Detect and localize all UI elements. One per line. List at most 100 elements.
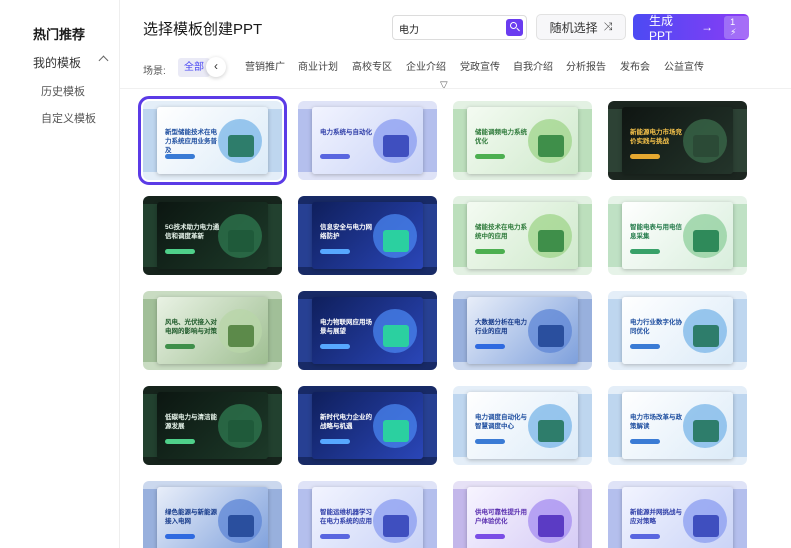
card-title: 供电可靠性提升用户体验优化 <box>475 509 527 525</box>
card-accent-bar <box>475 344 505 349</box>
card-illustration-detail <box>693 420 719 442</box>
sidebar: 热门推荐 我的模板 历史模板 自定义模板 <box>0 0 120 548</box>
template-card[interactable]: 低碳电力与清洁能源发展 <box>143 386 282 465</box>
card-accent-bar <box>630 344 660 349</box>
card-accent-bar <box>320 439 350 444</box>
search-input[interactable] <box>399 20 499 36</box>
card-thumbnail: 绿色能源与新能源接入电网 <box>157 487 268 548</box>
search-box <box>392 15 527 40</box>
card-illustration-detail <box>383 420 409 442</box>
scene-label: 场景: <box>143 66 166 77</box>
chevron-up-icon[interactable] <box>98 55 109 66</box>
card-thumbnail: 电力市场改革与政策解读 <box>622 392 733 459</box>
card-accent-bar <box>630 249 660 254</box>
sidebar-item-hot[interactable]: 热门推荐 <box>33 24 85 43</box>
card-thumbnail: 供电可靠性提升用户体验优化 <box>467 487 578 548</box>
template-card[interactable]: 新能源电力市场竞价实践与挑战 <box>608 101 747 180</box>
card-title: 新能源电力市场竞价实践与挑战 <box>630 129 682 145</box>
sidebar-item-history[interactable]: 历史模板 <box>41 83 85 99</box>
tag-public-welfare[interactable]: 公益宣传 <box>664 58 704 77</box>
template-card[interactable]: 电力物联网应用场景与展望 <box>298 291 437 370</box>
card-thumbnail: 新型储能技术在电力系统应用业务普及 <box>157 107 268 174</box>
card-accent-bar <box>475 439 505 444</box>
card-title: 风电、光伏接入对电网的影响与对策 <box>165 319 217 335</box>
sidebar-item-my-templates[interactable]: 我的模板 <box>33 54 113 70</box>
template-card[interactable]: 新能源并网挑战与应对策略 <box>608 481 747 548</box>
card-accent-bar <box>320 154 350 159</box>
tag-party-gov[interactable]: 党政宣传 <box>460 58 500 77</box>
template-card[interactable]: 电力市场改革与政策解读 <box>608 386 747 465</box>
card-thumbnail: 新时代电力企业的战略与机遇 <box>312 392 423 459</box>
card-thumbnail: 智能运维机器学习在电力系统的应用 <box>312 487 423 548</box>
card-accent-bar <box>320 534 350 539</box>
template-card[interactable]: 储能调频电力系统优化 <box>453 101 592 180</box>
search-button[interactable] <box>506 19 523 36</box>
template-card[interactable]: 供电可靠性提升用户体验优化 <box>453 481 592 548</box>
scroll-left-button[interactable]: ‹ <box>206 57 226 77</box>
card-illustration-detail <box>228 420 254 442</box>
tag-self-intro[interactable]: 自我介绍 <box>513 58 553 77</box>
card-thumbnail: 低碳电力与清洁能源发展 <box>157 392 268 459</box>
card-thumbnail: 新能源并网挑战与应对策略 <box>622 487 733 548</box>
shuffle-icon: ⤨ <box>603 20 613 33</box>
card-thumbnail: 电力物联网应用场景与展望 <box>312 297 423 364</box>
tag-marketing[interactable]: 营销推广 <box>245 58 285 77</box>
card-accent-bar <box>475 249 505 254</box>
template-card[interactable]: 绿色能源与新能源接入电网 <box>143 481 282 548</box>
card-title: 新能源并网挑战与应对策略 <box>630 509 682 525</box>
sidebar-item-custom[interactable]: 自定义模板 <box>41 110 96 126</box>
card-accent-bar <box>165 154 195 159</box>
generate-ppt-button[interactable]: 生成 PPT → 1 ⚡ <box>633 13 749 43</box>
template-card[interactable]: 5G技术助力电力通信和调度革新 <box>143 196 282 275</box>
card-title: 储能技术在电力系统中的应用 <box>475 224 527 240</box>
card-title: 5G技术助力电力通信和调度革新 <box>165 224 220 240</box>
template-card[interactable]: 电力系统与自动化 <box>298 101 437 180</box>
tag-university[interactable]: 高校专区 <box>352 58 392 77</box>
card-illustration-detail <box>383 135 409 157</box>
template-card[interactable]: 电力行业数字化协同优化 <box>608 291 747 370</box>
random-select-button[interactable]: 随机选择 ⤨ <box>536 14 626 40</box>
chevron-down-icon[interactable]: ▽ <box>440 80 448 91</box>
template-card[interactable]: 新型储能技术在电力系统应用业务普及 <box>138 96 287 185</box>
card-accent-bar <box>165 344 195 349</box>
tag-launch-event[interactable]: 发布会 <box>620 58 650 77</box>
card-accent-bar <box>320 249 350 254</box>
card-title: 新型储能技术在电力系统应用业务普及 <box>165 129 217 154</box>
tag-analysis-report[interactable]: 分析报告 <box>566 58 606 77</box>
template-card[interactable]: 大数据分析在电力行业的应用 <box>453 291 592 370</box>
generate-ppt-label: 生成 PPT <box>649 13 674 43</box>
template-card[interactable]: 智能运维机器学习在电力系统的应用 <box>298 481 437 548</box>
sidebar-item-label: 我的模板 <box>33 56 82 70</box>
card-thumbnail: 5G技术助力电力通信和调度革新 <box>157 202 268 269</box>
card-illustration-detail <box>538 420 564 442</box>
tag-business-plan[interactable]: 商业计划 <box>298 58 338 77</box>
card-illustration-detail <box>693 135 719 157</box>
card-title: 低碳电力与清洁能源发展 <box>165 414 217 430</box>
card-accent-bar <box>475 534 505 539</box>
card-accent-bar <box>165 534 195 539</box>
card-accent-bar <box>630 154 660 159</box>
card-title: 电力物联网应用场景与展望 <box>320 319 372 335</box>
card-title: 绿色能源与新能源接入电网 <box>165 509 217 525</box>
credit-badge: 1 ⚡ <box>724 15 749 39</box>
template-card[interactable]: 新时代电力企业的战略与机遇 <box>298 386 437 465</box>
card-accent-bar <box>165 249 195 254</box>
card-illustration-detail <box>693 230 719 252</box>
card-thumbnail: 储能调频电力系统优化 <box>467 107 578 174</box>
card-illustration-detail <box>538 135 564 157</box>
template-card[interactable]: 电力调度自动化与智慧调度中心 <box>453 386 592 465</box>
template-card[interactable]: 智能电表与用电信息采集 <box>608 196 747 275</box>
template-card[interactable]: 信息安全与电力网络防护 <box>298 196 437 275</box>
card-thumbnail: 大数据分析在电力行业的应用 <box>467 297 578 364</box>
card-illustration-detail <box>383 230 409 252</box>
template-card[interactable]: 储能技术在电力系统中的应用 <box>453 196 592 275</box>
card-illustration-detail <box>538 515 564 537</box>
card-illustration-detail <box>538 325 564 347</box>
card-illustration-detail <box>228 135 254 157</box>
card-illustration-detail <box>383 515 409 537</box>
card-accent-bar <box>475 154 505 159</box>
search-icon-handle <box>516 27 520 32</box>
card-thumbnail: 储能技术在电力系统中的应用 <box>467 202 578 269</box>
tag-company-intro[interactable]: 企业介绍 <box>406 58 446 77</box>
template-card[interactable]: 风电、光伏接入对电网的影响与对策 <box>143 291 282 370</box>
